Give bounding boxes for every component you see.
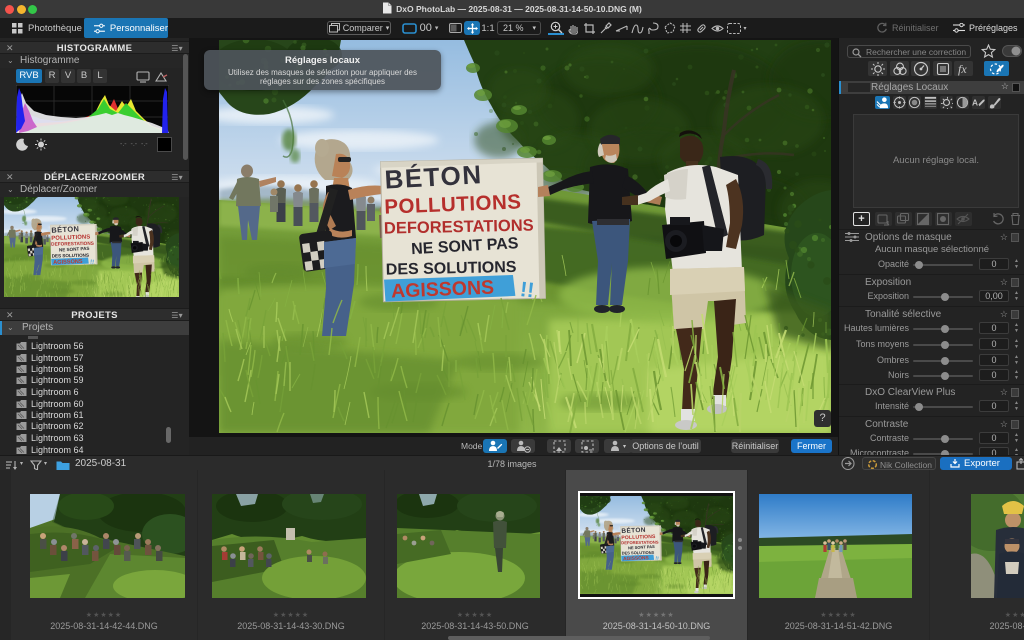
svg-text:AGISSONS: AGISSONS (391, 277, 495, 303)
svg-text:BÉTON: BÉTON (384, 159, 484, 194)
svg-text:!!: !! (519, 278, 536, 302)
svg-text:A: A (972, 97, 978, 107)
svg-text:fx: fx (958, 62, 967, 76)
svg-text:DEFORESTATIONS: DEFORESTATIONS (384, 217, 534, 238)
